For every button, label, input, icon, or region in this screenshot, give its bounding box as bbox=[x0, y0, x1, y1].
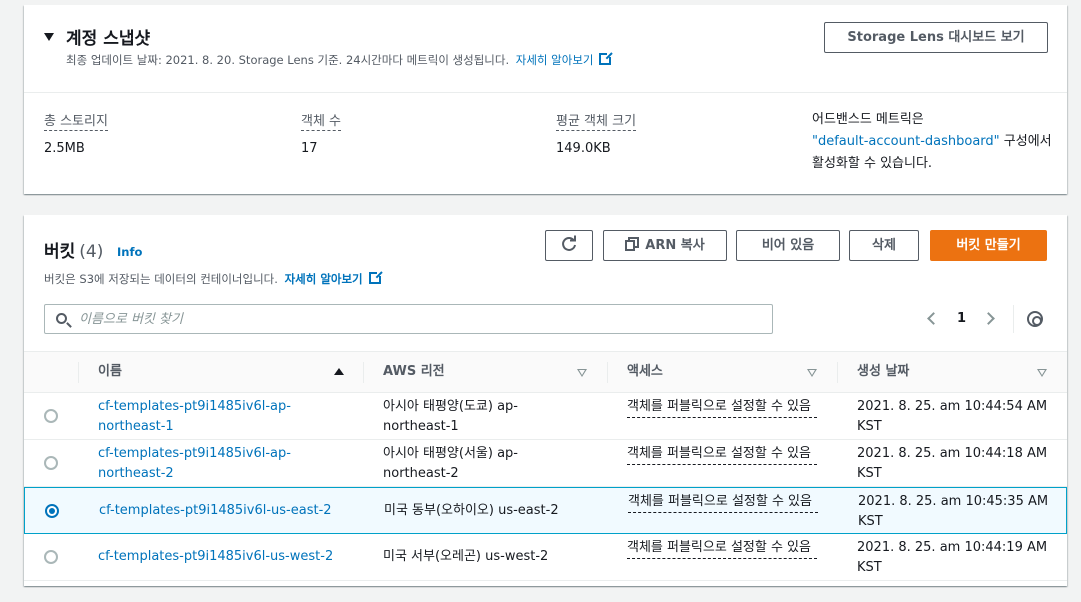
metric-label[interactable]: 객체 수 bbox=[301, 110, 342, 131]
refresh-icon bbox=[562, 235, 576, 251]
create-bucket-button[interactable]: 버킷 만들기 bbox=[930, 230, 1047, 261]
snapshot-title[interactable]: 계정 스냅샷 bbox=[66, 24, 150, 49]
table-row[interactable]: cf-templates-pt9i1485iv6l-us-west-2 미국 서… bbox=[24, 534, 1067, 581]
copy-arn-label: ARN 복사 bbox=[645, 238, 705, 253]
metric-average-object-size: 평균 객체 크기 149.0KB bbox=[556, 110, 637, 156]
divider bbox=[1013, 305, 1014, 333]
sort-ascending-icon[interactable] bbox=[334, 368, 344, 375]
buckets-title-text: 버킷 bbox=[44, 242, 76, 262]
table-row[interactable]: cf-templates-pt9i1485iv6l-ap-northeast-2… bbox=[24, 440, 1067, 487]
bucket-region: 아시아 태평양(도쿄) ap-northeast-1 bbox=[383, 399, 518, 434]
buckets-count: (4) bbox=[79, 242, 104, 262]
column-divider bbox=[363, 362, 364, 383]
previous-page-icon[interactable] bbox=[927, 312, 940, 325]
copy-arn-button[interactable]: ARN 복사 bbox=[603, 230, 727, 261]
row-radio[interactable] bbox=[44, 456, 58, 470]
column-divider bbox=[837, 362, 838, 383]
bucket-name-link[interactable]: cf-templates-pt9i1485iv6l-ap-northeast-2 bbox=[98, 444, 328, 484]
snapshot-subtitle-text: 최종 업데이트 날짜: 2021. 8. 20. Storage Lens 기준… bbox=[66, 53, 510, 67]
column-divider bbox=[607, 362, 608, 383]
bucket-created-date: 2021. 8. 25. am 10:45:35 AM KST bbox=[858, 494, 1049, 529]
bucket-search-input[interactable] bbox=[79, 309, 759, 329]
bucket-created-date: 2021. 8. 25. am 10:44:54 AM KST bbox=[857, 399, 1048, 434]
row-radio-selected[interactable] bbox=[45, 504, 59, 518]
bucket-name-link[interactable]: cf-templates-pt9i1485iv6l-us-west-2 bbox=[98, 547, 333, 567]
advanced-metrics-prefix: 어드밴스드 메트릭은 bbox=[812, 112, 924, 127]
current-page-number[interactable]: 1 bbox=[957, 311, 966, 326]
external-link-icon[interactable] bbox=[599, 51, 614, 65]
info-link[interactable]: Info bbox=[117, 245, 142, 259]
buckets-panel: 버킷 (4) Info 버킷은 S3에 저장되는 데이터의 컨테이너입니다. 자세… bbox=[24, 215, 1067, 586]
metric-total-storage: 총 스토리지 2.5MB bbox=[44, 110, 108, 156]
copy-icon bbox=[625, 237, 640, 251]
metric-value: 2.5MB bbox=[44, 141, 85, 156]
column-header-access[interactable]: 액세스 bbox=[627, 352, 663, 392]
search-icon bbox=[56, 313, 67, 324]
metric-value: 149.0KB bbox=[556, 141, 611, 156]
gear-icon[interactable] bbox=[1027, 311, 1043, 327]
table-header: 이름 AWS 리전 액세스 생성 날짜 bbox=[24, 351, 1067, 393]
column-header-created[interactable]: 생성 날짜 bbox=[857, 352, 909, 392]
account-snapshot-panel: 계정 스냅샷 최종 업데이트 날짜: 2021. 8. 20. Storage … bbox=[24, 5, 1067, 194]
collapse-caret-icon[interactable] bbox=[44, 33, 54, 41]
buckets-subtitle: 버킷은 S3에 저장되는 데이터의 컨테이너입니다. 자세히 알아보기 bbox=[44, 270, 383, 287]
bucket-name-link[interactable]: cf-templates-pt9i1485iv6l-ap-northeast-1 bbox=[98, 397, 328, 437]
row-radio[interactable] bbox=[44, 409, 58, 423]
dashboard-config-link[interactable]: "default-account-dashboard" bbox=[812, 134, 1000, 149]
bucket-access[interactable]: 객체를 퍼블릭으로 설정할 수 있음 bbox=[627, 397, 817, 418]
bucket-region: 미국 동부(오하이오) us-east-2 bbox=[384, 503, 559, 518]
bucket-name-link[interactable]: cf-templates-pt9i1485iv6l-us-east-2 bbox=[99, 501, 332, 521]
snapshot-subtitle: 최종 업데이트 날짜: 2021. 8. 20. Storage Lens 기준… bbox=[66, 51, 614, 68]
sort-icon[interactable] bbox=[577, 369, 587, 377]
refresh-button[interactable] bbox=[545, 230, 593, 261]
bucket-created-date: 2021. 8. 25. am 10:44:18 AM KST bbox=[857, 446, 1048, 481]
next-page-icon[interactable] bbox=[982, 312, 995, 325]
snapshot-learn-more-link[interactable]: 자세히 알아보기 bbox=[516, 53, 594, 67]
external-link-icon[interactable] bbox=[368, 270, 383, 284]
column-divider bbox=[78, 362, 79, 383]
bucket-created-date: 2021. 8. 25. am 10:44:19 AM KST bbox=[857, 540, 1048, 575]
table-row-selected[interactable]: cf-templates-pt9i1485iv6l-us-east-2 미국 동… bbox=[24, 487, 1067, 534]
metric-label[interactable]: 평균 객체 크기 bbox=[556, 110, 637, 131]
metric-value: 17 bbox=[301, 141, 318, 156]
bucket-region: 미국 서부(오레곤) us-west-2 bbox=[383, 549, 549, 564]
empty-bucket-button[interactable]: 비어 있음 bbox=[736, 230, 840, 261]
view-storage-lens-dashboard-button[interactable]: Storage Lens 대시보드 보기 bbox=[824, 22, 1048, 53]
delete-bucket-button[interactable]: 삭제 bbox=[849, 230, 919, 261]
bucket-access[interactable]: 객체를 퍼블릭으로 설정할 수 있음 bbox=[628, 492, 818, 513]
column-header-name[interactable]: 이름 bbox=[98, 352, 122, 392]
metric-label[interactable]: 총 스토리지 bbox=[44, 110, 108, 131]
bucket-access[interactable]: 객체를 퍼블릭으로 설정할 수 있음 bbox=[627, 444, 817, 465]
bucket-region: 아시아 태평양(서울) ap-northeast-2 bbox=[383, 446, 518, 481]
bucket-access[interactable]: 객체를 퍼블릭으로 설정할 수 있음 bbox=[627, 538, 817, 559]
sort-icon[interactable] bbox=[807, 369, 817, 377]
metric-object-count: 객체 수 17 bbox=[301, 110, 342, 156]
buckets-subtitle-text: 버킷은 S3에 저장되는 데이터의 컨테이너입니다. bbox=[44, 272, 278, 286]
row-radio[interactable] bbox=[44, 550, 58, 564]
bucket-search-box bbox=[44, 304, 773, 334]
buckets-title: 버킷 (4) bbox=[44, 237, 103, 262]
buckets-learn-more-link[interactable]: 자세히 알아보기 bbox=[285, 272, 363, 286]
column-header-region[interactable]: AWS 리전 bbox=[383, 352, 445, 392]
advanced-metrics-note: 어드밴스드 메트릭은 "default-account-dashboard" 구… bbox=[812, 109, 1052, 175]
sort-icon[interactable] bbox=[1037, 369, 1047, 377]
snapshot-header: 계정 스냅샷 최종 업데이트 날짜: 2021. 8. 20. Storage … bbox=[24, 5, 1067, 93]
table-row[interactable]: cf-templates-pt9i1485iv6l-ap-northeast-1… bbox=[24, 393, 1067, 440]
